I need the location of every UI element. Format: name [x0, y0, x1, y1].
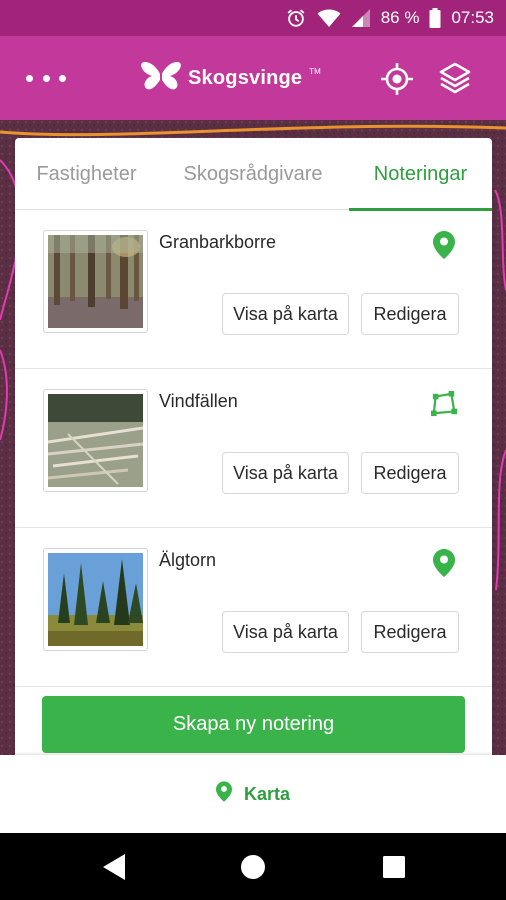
map-pin-icon — [431, 548, 457, 578]
app-logo: Skogsvinge TM — [140, 60, 321, 96]
note-title: Vindfällen — [159, 391, 238, 411]
map-pin-icon — [431, 230, 457, 260]
battery-icon — [429, 8, 441, 28]
layers-icon[interactable] — [435, 58, 475, 98]
show-on-map-button[interactable]: Visa på karta — [222, 611, 349, 653]
list-item[interactable]: Granbarkborre Visa på karta Redigera — [15, 210, 492, 369]
polygon-area-icon — [431, 389, 457, 419]
alarm-icon — [285, 7, 307, 29]
tab-fastigheter[interactable]: Fastigheter — [15, 138, 158, 210]
note-thumbnail — [43, 548, 148, 651]
note-thumbnail — [43, 230, 148, 333]
create-note-button[interactable]: Skapa ny notering — [42, 696, 465, 753]
status-bar: 86 % 07:53 — [0, 0, 506, 36]
tab-bar: Fastigheter Skogsrådgivare Noteringar — [15, 138, 492, 211]
more-dots-icon[interactable] — [26, 64, 66, 92]
notes-panel: Fastigheter Skogsrådgivare Noteringar Gr… — [15, 138, 492, 755]
note-thumbnail — [43, 389, 148, 492]
map-toggle-bar[interactable]: Karta — [0, 755, 506, 833]
map-pin-icon — [215, 781, 232, 807]
note-title: Granbarkborre — [159, 232, 277, 252]
recents-icon[interactable] — [377, 851, 411, 883]
show-on-map-button[interactable]: Visa på karta — [222, 452, 349, 494]
home-icon[interactable] — [236, 851, 270, 883]
tab-noteringar[interactable]: Noteringar — [349, 138, 492, 211]
edit-button[interactable]: Redigera — [361, 293, 459, 335]
back-icon[interactable] — [97, 851, 131, 883]
tab-skogsradgivare[interactable]: Skogsrådgivare — [158, 138, 348, 210]
list-item[interactable]: Älgtorn Visa på karta Redigera — [15, 528, 492, 687]
note-title: Älgtorn — [159, 550, 217, 570]
butterfly-icon — [140, 60, 182, 97]
location-crosshair-icon[interactable] — [378, 60, 416, 98]
system-nav-bar — [0, 833, 506, 900]
app-bar: Skogsvinge TM — [0, 36, 506, 120]
battery-percent: 86 % — [380, 8, 420, 27]
map-toggle-label: Karta — [243, 783, 291, 804]
edit-button[interactable]: Redigera — [361, 611, 459, 653]
edit-button[interactable]: Redigera — [361, 452, 459, 494]
clock-time: 07:53 — [451, 8, 494, 27]
wifi-icon — [317, 8, 341, 28]
signal-icon — [351, 8, 371, 28]
list-item[interactable]: Vindfällen Visa på karta Redigera — [15, 369, 492, 528]
logo-trademark: TM — [309, 66, 321, 76]
show-on-map-button[interactable]: Visa på karta — [222, 293, 349, 335]
logo-text: Skogsvinge — [188, 66, 303, 89]
